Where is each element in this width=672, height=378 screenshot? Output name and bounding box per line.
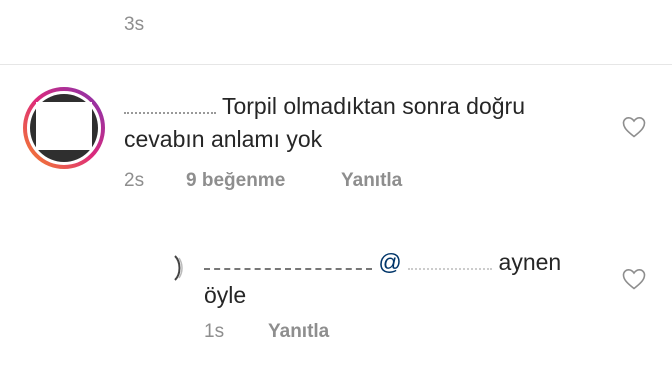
top-comment-time: 3s [124,14,145,35]
like-count[interactable]: 9 beğenme [186,170,285,192]
heart-outline-icon [622,268,646,290]
reply-text-a: aynen [498,249,562,275]
divider [0,64,672,65]
reply-avatar[interactable] [155,248,185,288]
redacted-username[interactable] [124,101,216,114]
comment-body: Torpil olmadıktan sonra doğru cevabın an… [124,90,604,156]
reply-like-button[interactable] [622,268,646,295]
avatar[interactable] [22,86,106,170]
reply-reply-button[interactable]: Yanıtla [268,321,329,343]
redacted-mention [408,257,493,270]
reply-time: 1s [204,321,225,342]
mention-link[interactable]: @ [378,249,401,275]
avatar-icon [174,255,183,281]
avatar-ring-icon [23,87,105,169]
comment-time: 2s [124,170,145,191]
redacted-reply-username[interactable] [204,257,372,270]
reply-body: @ aynen [204,246,584,279]
reply-text-b: öyle [204,282,247,308]
heart-outline-icon [622,116,646,138]
comment-text-line2: cevabın anlamı yok [124,126,323,152]
like-button[interactable] [622,116,646,143]
reply-button[interactable]: Yanıtla [341,170,402,192]
comment-text-line1: Torpil olmadıktan sonra doğru [221,93,525,119]
